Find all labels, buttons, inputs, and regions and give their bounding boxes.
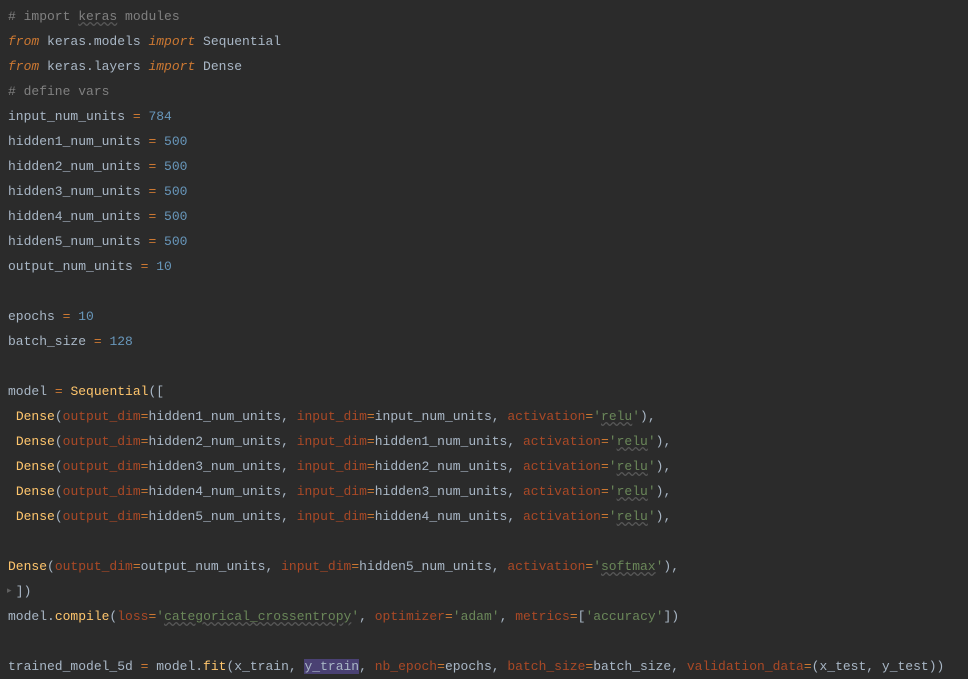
code-line[interactable]: hidden2_num_units = 500 (8, 154, 968, 179)
code-line[interactable]: hidden1_num_units = 500 (8, 129, 968, 154)
code-line[interactable]: # import keras modules (8, 4, 968, 29)
code-line[interactable]: hidden3_num_units = 500 (8, 179, 968, 204)
code-line[interactable]: Dense(output_dim=hidden1_num_units, inpu… (8, 404, 968, 429)
code-line[interactable]: Dense(output_dim=hidden3_num_units, inpu… (8, 454, 968, 479)
comment-text: # import keras modules (8, 9, 180, 24)
code-line[interactable] (8, 529, 968, 554)
code-line[interactable]: hidden4_num_units = 500 (8, 204, 968, 229)
func-dense: Dense (16, 459, 55, 474)
code-editor[interactable]: # import keras modules from keras.models… (8, 4, 968, 679)
keyword-from: from (8, 59, 39, 74)
func-sequential: Sequential (70, 384, 148, 399)
code-line[interactable]: ▸ ]) (8, 579, 968, 604)
code-line[interactable]: Dense(output_dim=hidden2_num_units, inpu… (8, 429, 968, 454)
code-line[interactable]: from keras.models import Sequential (8, 29, 968, 54)
code-line[interactable]: trained_model_5d = model.fit(x_train, y_… (8, 654, 968, 679)
code-line[interactable]: from keras.layers import Dense (8, 54, 968, 79)
code-line[interactable] (8, 354, 968, 379)
code-line[interactable]: model.compile(loss='categorical_crossent… (8, 604, 968, 629)
keyword-import: import (148, 59, 195, 74)
func-dense: Dense (8, 559, 47, 574)
keyword-import: import (148, 34, 195, 49)
code-line[interactable]: output_num_units = 10 (8, 254, 968, 279)
func-dense: Dense (16, 484, 55, 499)
func-dense: Dense (16, 509, 55, 524)
func-dense: Dense (16, 409, 55, 424)
keyword-from: from (8, 34, 39, 49)
fold-marker-icon[interactable]: ▸ (7, 579, 12, 604)
func-compile: compile (55, 609, 110, 624)
code-line[interactable]: Dense(output_dim=hidden5_num_units, inpu… (8, 504, 968, 529)
func-fit: fit (203, 659, 226, 674)
code-line[interactable]: Dense(output_dim=hidden4_num_units, inpu… (8, 479, 968, 504)
selected-text[interactable]: y_train (304, 659, 359, 674)
code-line[interactable]: hidden5_num_units = 500 (8, 229, 968, 254)
code-line[interactable]: input_num_units = 784 (8, 104, 968, 129)
func-dense: Dense (16, 434, 55, 449)
code-line[interactable]: # define vars (8, 79, 968, 104)
comment-text: # define vars (8, 84, 109, 99)
code-line[interactable]: Dense(output_dim=output_num_units, input… (8, 554, 968, 579)
code-line[interactable]: model = Sequential([ (8, 379, 968, 404)
code-line[interactable]: epochs = 10 (8, 304, 968, 329)
code-line[interactable]: batch_size = 128 (8, 329, 968, 354)
code-line[interactable] (8, 279, 968, 304)
code-line[interactable] (8, 629, 968, 654)
